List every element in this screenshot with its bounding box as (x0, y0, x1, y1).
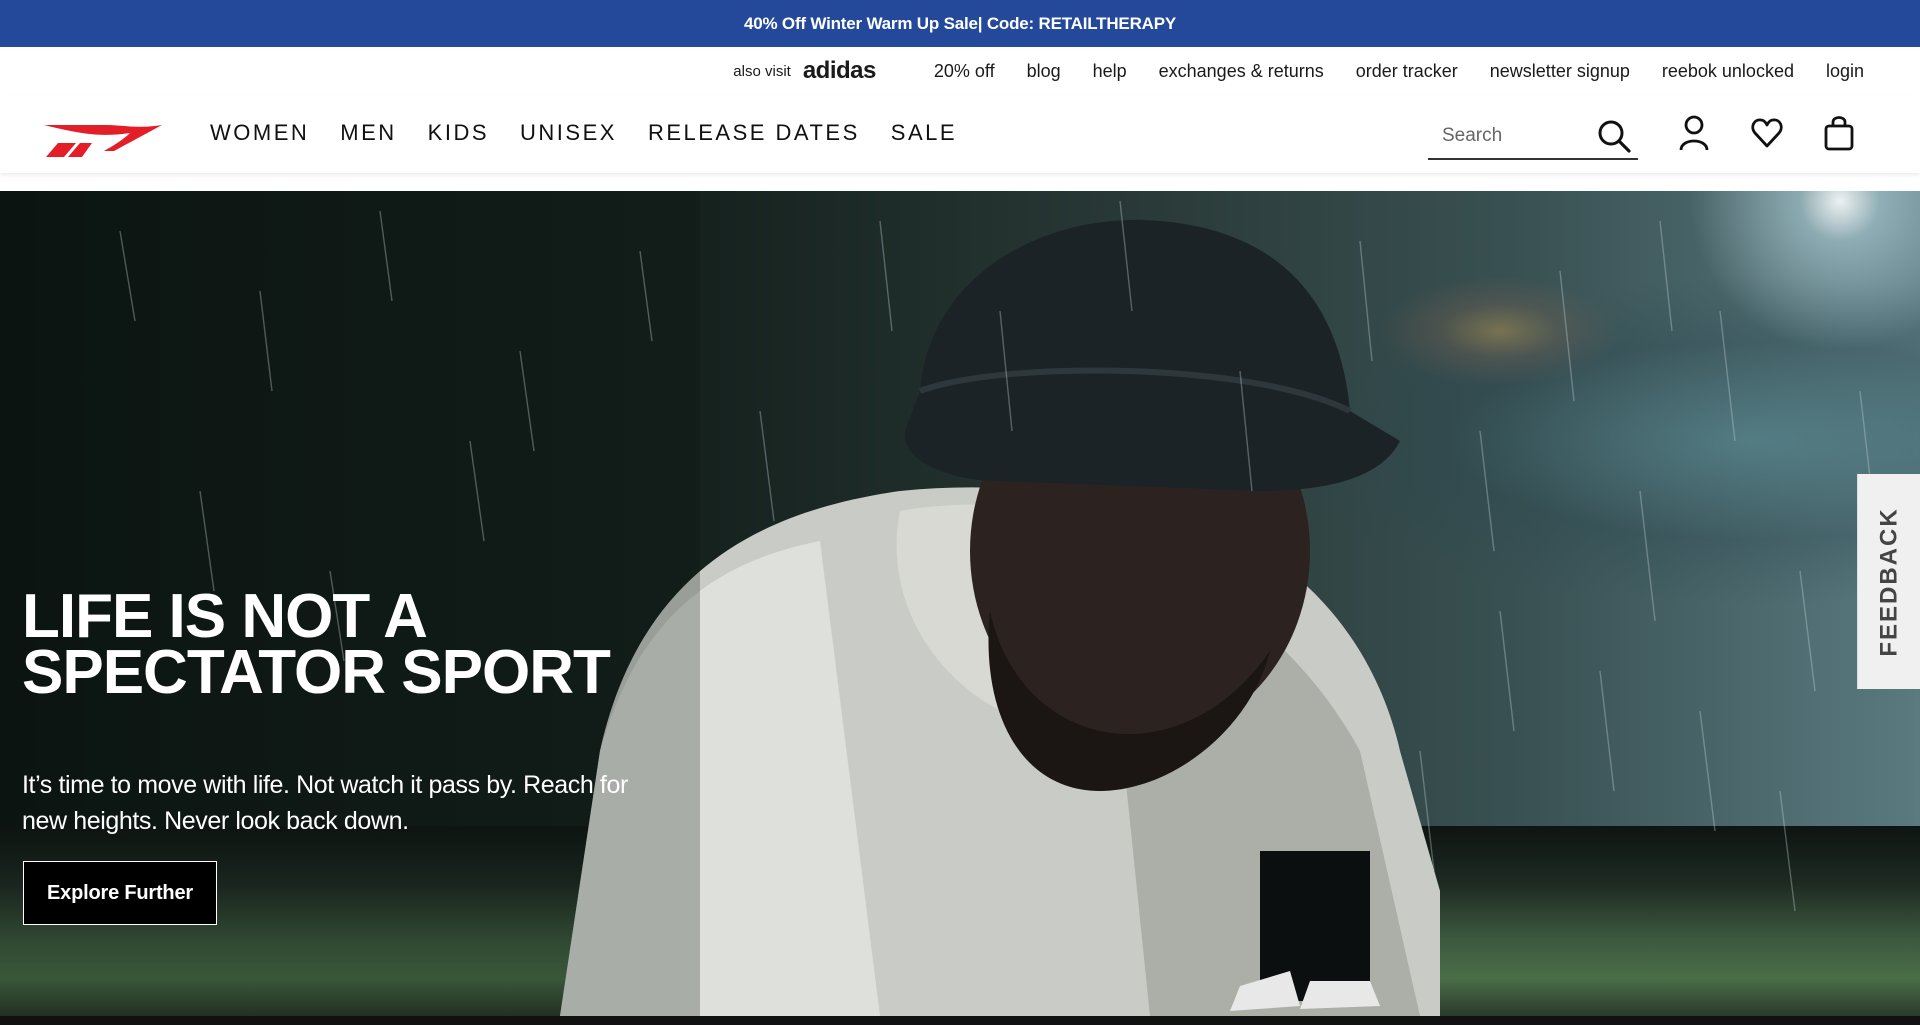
hero-banner[interactable]: LIFE IS NOT A SPECTATOR SPORT It’s time … (0, 191, 1920, 1016)
reebok-logo-icon[interactable] (44, 123, 164, 159)
utility-link-exchanges-returns[interactable]: exchanges & returns (1159, 61, 1324, 82)
utility-link-blog[interactable]: blog (1027, 61, 1061, 82)
account-icon[interactable] (1677, 114, 1711, 152)
feedback-label: FEEDBACK (1875, 506, 1903, 657)
wishlist-heart-icon[interactable] (1750, 114, 1784, 152)
also-visit-adidas[interactable]: also visit adidas (733, 57, 876, 85)
utility-link-help[interactable]: help (1093, 61, 1127, 82)
nav-sale[interactable]: SALE (891, 120, 957, 146)
utility-links: 20% off blog help exchanges & returns or… (934, 61, 1864, 82)
nav-unisex[interactable]: UNISEX (520, 120, 617, 146)
utility-link-newsletter-signup[interactable]: newsletter signup (1490, 61, 1630, 82)
shopping-bag-icon[interactable] (1822, 114, 1856, 152)
also-visit-label: also visit (733, 62, 791, 80)
utility-link-20-off[interactable]: 20% off (934, 61, 995, 82)
main-navigation: WOMEN MEN KIDS UNISEX RELEASE DATES SALE (0, 95, 1920, 173)
promo-banner[interactable]: 40% Off Winter Warm Up Sale| Code: RETAI… (0, 0, 1920, 47)
nav-kids[interactable]: KIDS (428, 120, 489, 146)
category-nav: WOMEN MEN KIDS UNISEX RELEASE DATES SALE (210, 85, 988, 180)
utility-link-login[interactable]: login (1826, 61, 1864, 82)
adidas-brand-link[interactable]: adidas (803, 57, 877, 85)
promo-text[interactable]: 40% Off Winter Warm Up Sale| Code: RETAI… (744, 14, 1176, 34)
hero-title: LIFE IS NOT A SPECTATOR SPORT (22, 582, 611, 707)
nav-women[interactable]: WOMEN (210, 120, 309, 146)
search-icon[interactable] (1596, 118, 1632, 154)
utility-link-order-tracker[interactable]: order tracker (1356, 61, 1458, 82)
search-input[interactable] (1428, 124, 1594, 148)
nav-release-dates[interactable]: RELEASE DATES (648, 120, 860, 146)
hero-body-text: It’s time to move with life. Not watch i… (22, 771, 628, 835)
bottom-strip (0, 1016, 1920, 1025)
explore-further-button[interactable]: Explore Further (23, 861, 217, 925)
search-bar (1428, 114, 1638, 160)
feedback-tab[interactable]: FEEDBACK (1857, 474, 1920, 689)
nav-men[interactable]: MEN (340, 120, 396, 146)
utility-link-reebok-unlocked[interactable]: reebok unlocked (1662, 61, 1794, 82)
